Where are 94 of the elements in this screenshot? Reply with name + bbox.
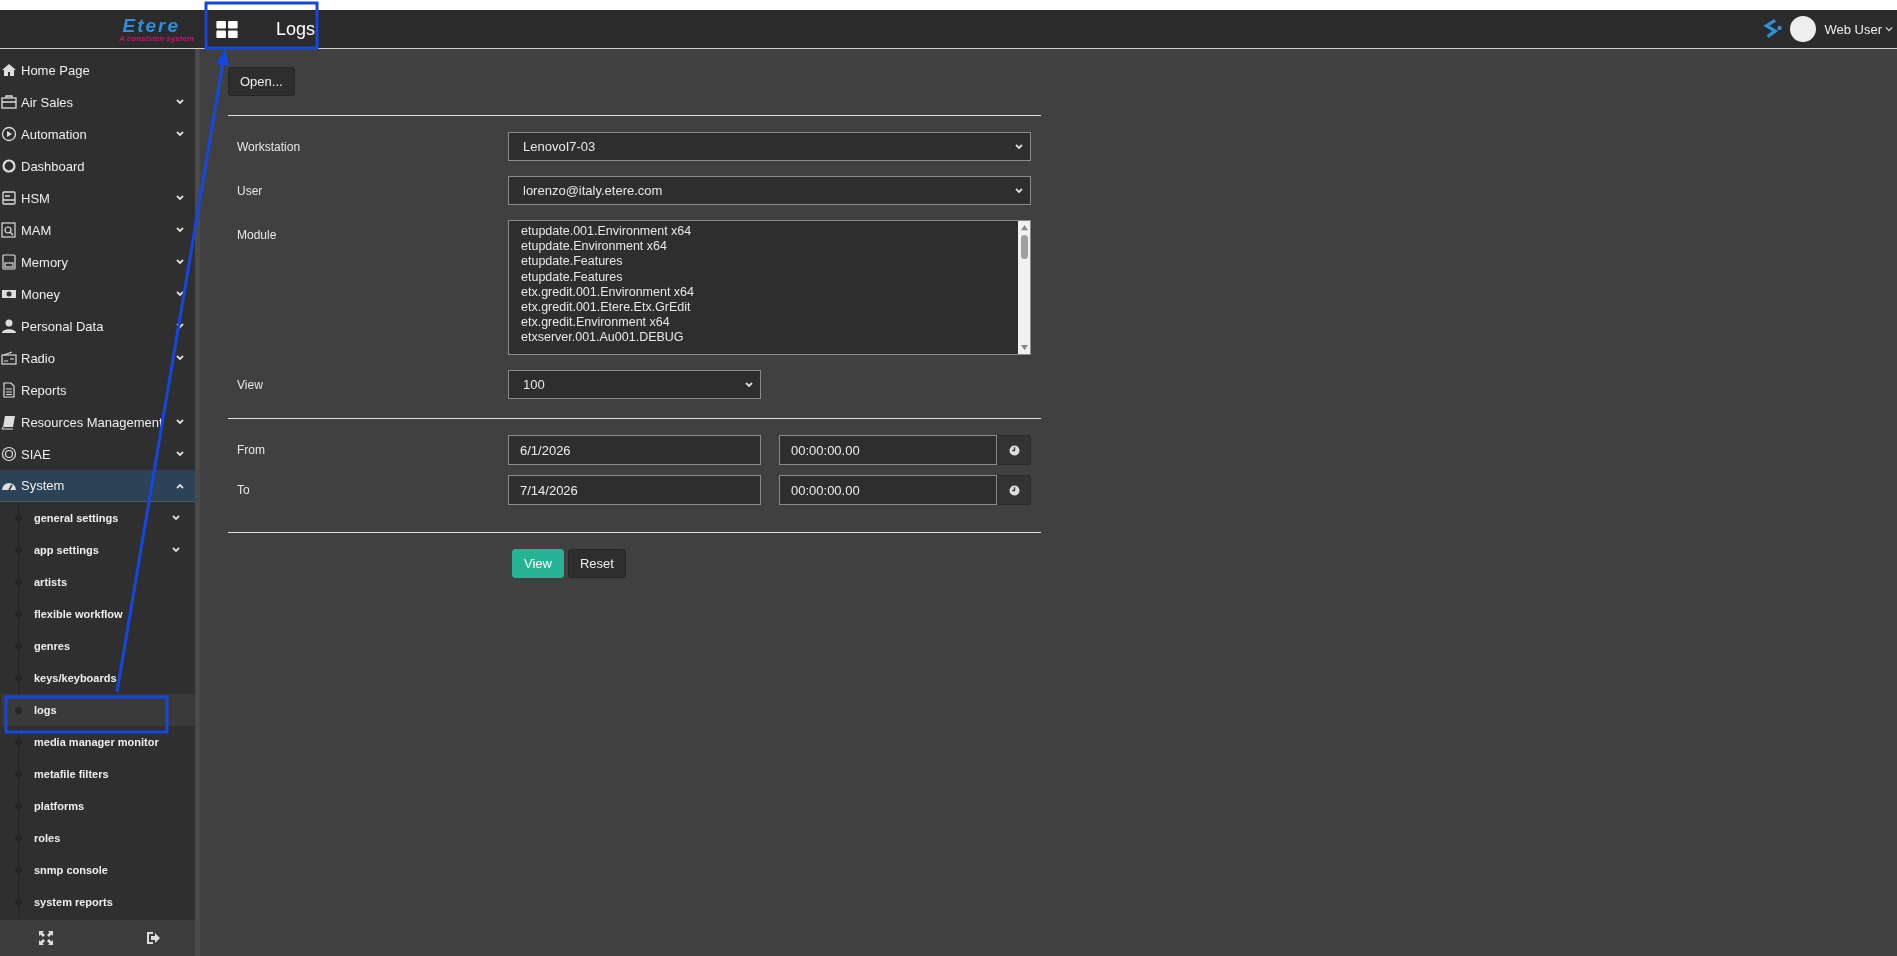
reset-button[interactable]: Reset	[567, 549, 626, 578]
sidebar-item[interactable]: System	[0, 470, 195, 502]
list-option[interactable]: etupdate.001.Environment x64	[521, 224, 1018, 240]
chevron-down-icon	[175, 321, 185, 331]
list-option[interactable]: etxserver.001.Au001.DEBUG	[521, 330, 1018, 346]
chevron-down-icon	[175, 193, 185, 203]
clock-icon	[1008, 444, 1020, 456]
list-option[interactable]: etupdate.Features	[521, 254, 1018, 270]
logo-text: Etere	[122, 15, 180, 35]
chevron-down-icon	[175, 417, 185, 427]
scroll-up-icon[interactable]	[1019, 224, 1029, 231]
sidebar-item[interactable]: Dashboard	[0, 150, 195, 182]
sidebar-item[interactable]: SIAE	[0, 438, 195, 470]
time-field[interactable]: 00:00:00.00	[779, 475, 997, 505]
sidebar-item[interactable]: MAM	[0, 214, 195, 246]
chevron-down-icon	[175, 225, 185, 235]
submenu-item[interactable]: roles	[19, 822, 195, 854]
play-icon	[1, 126, 17, 142]
chevron-down-icon	[175, 129, 185, 139]
field-label: View	[236, 377, 264, 392]
dropdown[interactable]: LenovoI7-03	[508, 132, 1031, 161]
submenu-item[interactable]: genres	[19, 630, 195, 662]
dropdown[interactable]: 100	[508, 370, 761, 399]
book-icon	[1, 414, 17, 430]
time-field[interactable]: 00:00:00.00	[779, 435, 997, 465]
submenu-item[interactable]: media manager monitor	[19, 726, 195, 758]
chevron-down-icon	[744, 379, 754, 390]
submenu-item[interactable]: snmp console	[19, 854, 195, 886]
submenu-item[interactable]: platforms	[19, 790, 195, 822]
clock-button[interactable]	[997, 475, 1031, 505]
scroll-thumb[interactable]	[1020, 235, 1028, 259]
circle-icon	[1, 158, 17, 174]
list-option[interactable]: etx.gredit.001.Environment x64	[521, 284, 1018, 300]
clock-icon	[1008, 484, 1020, 496]
field-label: Module	[236, 227, 278, 242]
list-option[interactable]: etx.gredit.001.Etere.Etx.GrEdit	[521, 300, 1018, 316]
caret-icon	[1885, 25, 1893, 33]
sidebar-item[interactable]: Money	[0, 278, 195, 310]
sidebar-item[interactable]: Radio	[0, 342, 195, 374]
page-title: Logs	[276, 18, 316, 40]
list-option[interactable]: etupdate.Features	[521, 269, 1018, 285]
memory-icon	[1, 254, 17, 270]
avatar[interactable]	[1790, 16, 1817, 42]
magnifier-icon	[1, 222, 17, 238]
document-icon	[1, 382, 17, 398]
user-menu[interactable]: Web User	[1822, 19, 1895, 39]
home-icon	[1, 62, 17, 78]
chevron-down-icon	[175, 257, 185, 267]
chevron-down-icon	[171, 545, 181, 555]
chevron-down-icon	[175, 289, 185, 299]
chevron-down-icon	[175, 353, 185, 363]
date-field[interactable]: 7/14/2026	[508, 475, 761, 505]
grid-icon	[216, 20, 238, 38]
field-label: Workstation	[236, 139, 302, 154]
dropdown[interactable]: lorenzo@italy.etere.com	[508, 176, 1031, 205]
chevron-down-icon	[1014, 141, 1024, 152]
submenu-item[interactable]: artists	[19, 566, 195, 598]
field-label: User	[236, 183, 264, 198]
field-label: From	[236, 443, 266, 457]
sidebar-item[interactable]: Personal Data	[0, 310, 195, 342]
chevron-down-icon	[1014, 185, 1024, 196]
logout-icon[interactable]	[144, 930, 160, 946]
person-icon	[1, 318, 17, 334]
list-option[interactable]: etx.gredit.Environment x64	[521, 315, 1018, 331]
sidebar-item[interactable]: Memory	[0, 246, 195, 278]
scroll-down-icon[interactable]	[1019, 344, 1029, 351]
field-label: To	[236, 483, 251, 497]
chevron-down-icon	[175, 97, 185, 107]
submenu-item[interactable]: system reports	[19, 886, 195, 918]
submenu-item[interactable]: general settings	[19, 502, 195, 534]
submenu-item[interactable]: metafile filters	[19, 758, 195, 790]
submenu-item[interactable]: flexible workflow	[19, 598, 195, 630]
sidebar-item[interactable]: HSM	[0, 182, 195, 214]
sidebar-item[interactable]: Automation	[0, 118, 195, 150]
chevron-down-icon	[175, 449, 185, 459]
seal-icon	[1, 446, 17, 462]
sidebar-item[interactable]: Home Page	[0, 54, 195, 86]
chevron-down-icon	[171, 513, 181, 523]
submenu-item[interactable]: app settings	[19, 534, 195, 566]
module-list[interactable]	[508, 220, 1031, 355]
sidebar-item[interactable]: Air Sales	[0, 86, 195, 118]
open-button[interactable]: Open...	[228, 67, 295, 96]
scrollbar[interactable]	[1018, 221, 1030, 354]
briefcase-icon	[1, 94, 17, 110]
logo-tagline: A consisten system	[119, 34, 194, 43]
submenu-item[interactable]: keys/keyboards	[19, 662, 195, 694]
tray-icon	[1, 190, 17, 206]
list-option[interactable]: etupdate.Environment x64	[521, 239, 1018, 255]
clock-button[interactable]	[997, 435, 1031, 465]
brand-mark-icon	[1762, 17, 1785, 41]
fullscreen-icon[interactable]	[38, 930, 54, 946]
sidebar-item[interactable]: Reports	[0, 374, 195, 406]
date-field[interactable]: 6/1/2026	[508, 435, 761, 465]
radio-icon	[1, 350, 17, 366]
